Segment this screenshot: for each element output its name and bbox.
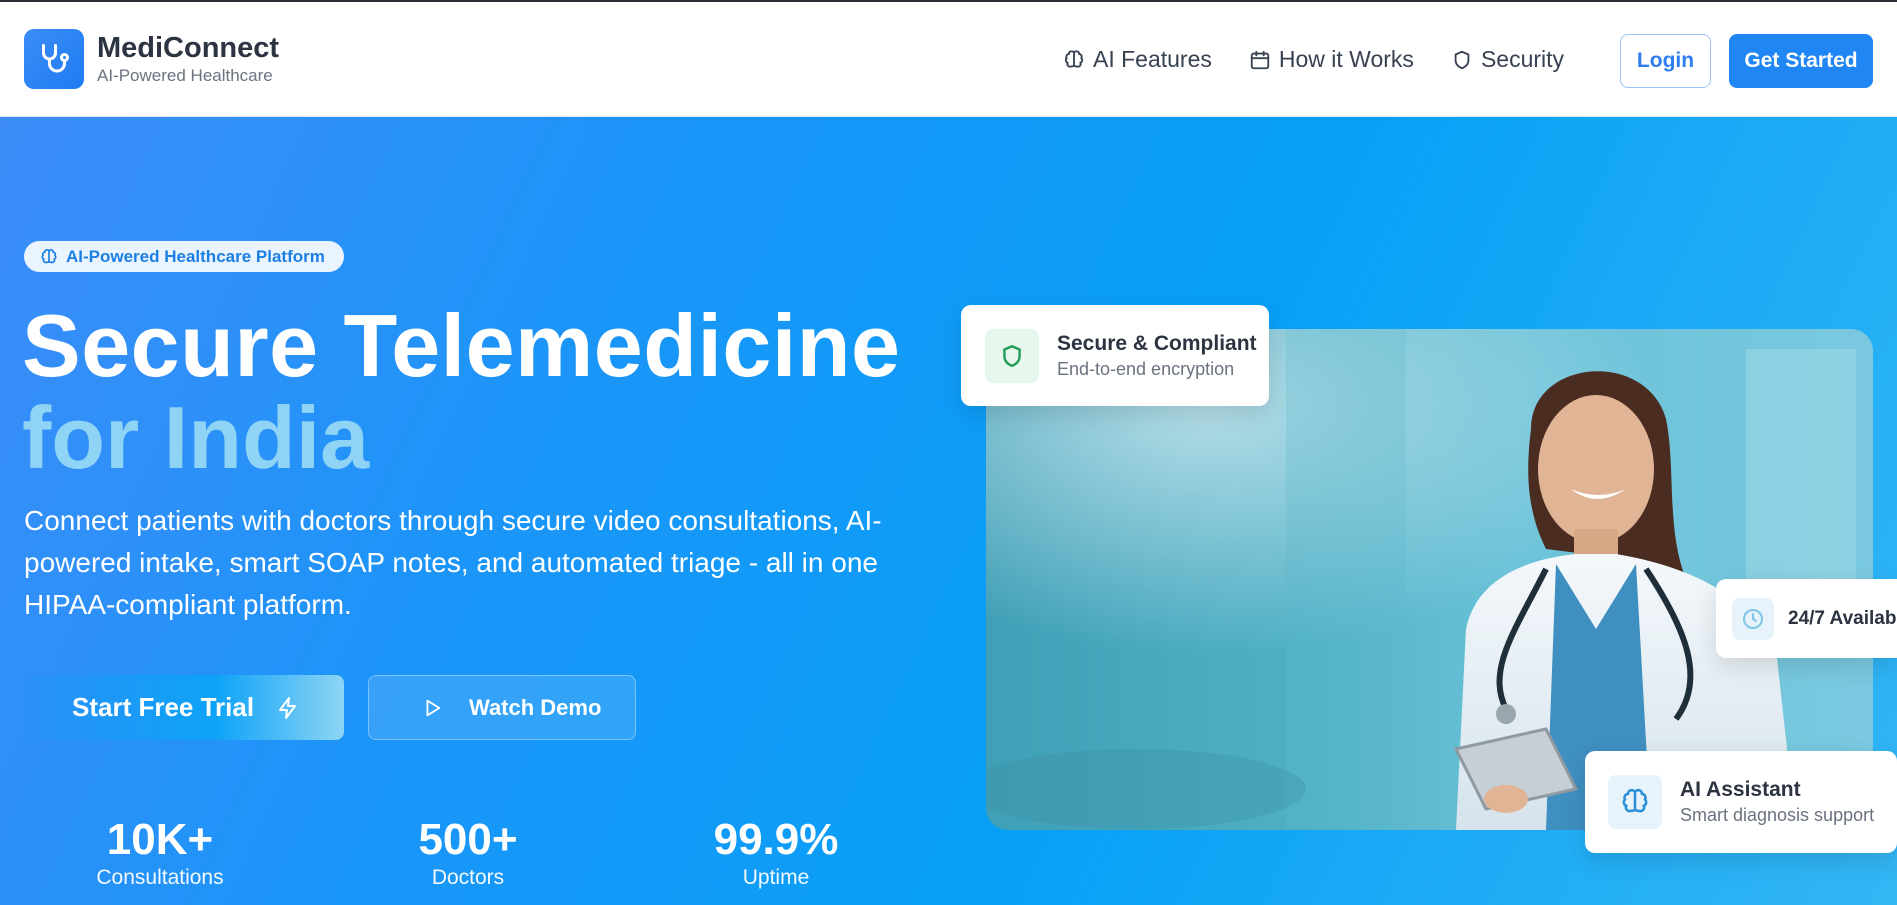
nav-security-label: Security (1480, 46, 1565, 72)
main-nav: AI Features How it Works Security (1063, 2, 1601, 117)
hero-title-highlight: for India (22, 388, 370, 487)
platform-badge: AI-Powered Healthcare Platform (24, 241, 344, 272)
site-header: MediConnect AI-Powered Healthcare AI Fea… (0, 2, 1897, 117)
stat-label: Doctors (431, 866, 505, 889)
nav-ai-features[interactable]: AI Features (1063, 46, 1212, 73)
brain-icon (41, 248, 57, 263)
clock-icon (1732, 597, 1774, 640)
stat-value: 500+ (418, 815, 518, 864)
login-button[interactable]: Login (1620, 34, 1711, 88)
nav-security[interactable]: Security (1451, 46, 1564, 73)
ai-assistant-card: AI Assistant Smart diagnosis support (1585, 751, 1897, 853)
hero-section: AI-Powered Healthcare Platform Secure Te… (0, 117, 1897, 905)
start-free-trial-button[interactable]: Start Free Trial (24, 675, 344, 740)
availability-card: 24/7 Available (1716, 579, 1897, 658)
play-icon (426, 699, 441, 716)
brand[interactable]: MediConnect AI-Powered Healthcare (97, 31, 279, 87)
shield-icon (1454, 50, 1470, 69)
stat-label: Uptime (742, 866, 810, 889)
brain-icon (1608, 775, 1662, 829)
card-subtitle: End-to-end encryption (1057, 358, 1235, 379)
secure-compliant-card: Secure & Compliant End-to-end encryption (961, 305, 1269, 406)
card-title: AI Assistant (1680, 778, 1801, 801)
stat-consultations: 10K+ Consultations (80, 815, 240, 891)
stat-uptime: 99.9% Uptime (696, 815, 856, 891)
get-started-button[interactable]: Get Started (1729, 34, 1873, 88)
platform-badge-label: AI-Powered Healthcare Platform (66, 246, 325, 266)
card-title: 24/7 Available (1788, 607, 1897, 629)
start-free-trial-label: Start Free Trial (72, 692, 255, 722)
stat-label: Consultations (96, 866, 224, 889)
stat-value: 10K+ (106, 815, 214, 864)
watch-demo-button[interactable]: Watch Demo (368, 675, 636, 740)
lightning-icon (279, 696, 297, 719)
brand-name: MediConnect (97, 32, 280, 64)
stat-doctors: 500+ Doctors (388, 815, 548, 891)
nav-ai-features-label: AI Features (1093, 46, 1212, 72)
stat-value: 99.9% (713, 815, 839, 864)
nav-how-it-works-label: How it Works (1278, 46, 1414, 72)
hero-title: Secure Telemedicine (22, 296, 901, 395)
card-subtitle: Smart diagnosis support (1680, 805, 1875, 825)
hero-description: Connect patients with doctors through se… (24, 505, 882, 620)
card-title: Secure & Compliant (1057, 331, 1257, 355)
shield-icon (985, 328, 1039, 383)
brain-icon (1064, 49, 1084, 68)
calendar-icon (1250, 50, 1270, 69)
brand-tagline: AI-Powered Healthcare (97, 66, 273, 85)
stethoscope-icon[interactable] (24, 29, 84, 89)
nav-how-it-works[interactable]: How it Works (1249, 46, 1414, 73)
watch-demo-label: Watch Demo (469, 694, 602, 720)
